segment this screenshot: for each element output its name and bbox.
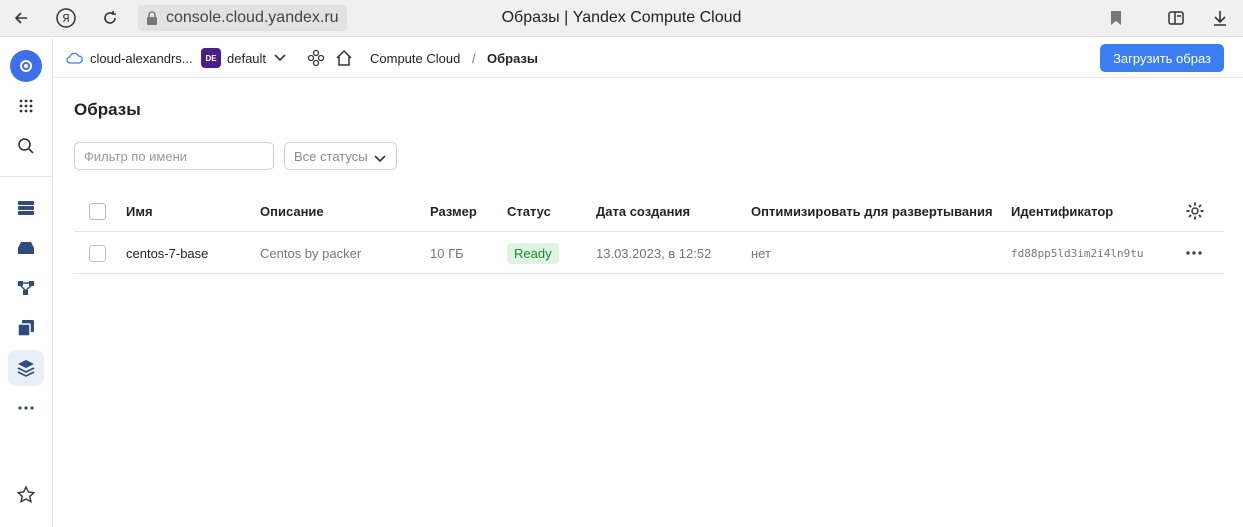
breadcrumb-current: Образы: [487, 50, 539, 66]
browser-toolbar: Я console.cloud.yandex.ru Образы | Yande…: [0, 0, 1243, 37]
breadcrumb-separator: /: [472, 50, 476, 66]
svg-text:Я: Я: [62, 12, 70, 25]
disk-icon[interactable]: [8, 230, 44, 266]
download-icon[interactable]: [1208, 6, 1232, 30]
servers-icon[interactable]: [8, 190, 44, 226]
search-icon[interactable]: [8, 128, 44, 164]
lock-icon: [146, 11, 158, 30]
home-icon[interactable]: [335, 38, 353, 78]
status-badge: Ready: [507, 242, 559, 264]
image-name[interactable]: centos-7-base: [126, 232, 208, 274]
status-filter-value: Все статусы: [294, 148, 368, 164]
upload-image-button[interactable]: Загрузить образ: [1100, 44, 1224, 72]
table-header: Имя Описание Размер Статус Дата создания…: [74, 190, 1224, 232]
network-icon[interactable]: [8, 270, 44, 306]
cloud-icon: [66, 52, 83, 64]
yandex-cloud-logo-icon[interactable]: [10, 50, 42, 82]
column-optimize[interactable]: Оптимизировать для развертывания: [751, 190, 993, 232]
image-created: 13.03.2023, в 12:52: [596, 245, 712, 261]
select-all-checkbox[interactable]: [89, 190, 106, 232]
left-rail: [0, 38, 53, 527]
folder-name: default: [227, 50, 267, 66]
row-checkbox[interactable]: [89, 232, 106, 274]
status-filter-select[interactable]: Все статусы: [284, 142, 397, 170]
breadcrumb-compute-cloud[interactable]: Compute Cloud: [370, 38, 460, 78]
status-cell: Ready: [507, 232, 559, 274]
images-layers-icon[interactable]: [8, 350, 44, 386]
image-size: 10 ГБ: [430, 245, 464, 261]
chevron-down-icon: [274, 54, 286, 62]
apps-grid-icon[interactable]: [8, 88, 44, 124]
column-status[interactable]: Статус: [507, 190, 551, 232]
gear-icon[interactable]: [1185, 190, 1205, 232]
reload-icon[interactable]: [98, 6, 122, 30]
cloud-selector[interactable]: cloud-alexandrs...: [66, 38, 193, 78]
star-favorites-icon[interactable]: [8, 477, 44, 513]
column-size[interactable]: Размер: [430, 190, 477, 232]
services-map-icon[interactable]: [307, 38, 325, 78]
column-id[interactable]: Идентификатор: [1011, 190, 1113, 232]
folder-badge: DE: [201, 48, 221, 68]
back-arrow-icon[interactable]: [9, 6, 33, 30]
chevron-down-icon: [374, 151, 386, 166]
page-title: Образы: [74, 100, 141, 119]
row-actions-more-icon[interactable]: [1185, 232, 1203, 274]
images-table: Имя Описание Размер Статус Дата создания…: [74, 190, 1224, 274]
rail-divider: [0, 176, 53, 177]
yandex-browser-icon[interactable]: Я: [54, 6, 78, 30]
cloud-name: cloud-alexandrs...: [90, 50, 193, 66]
column-name[interactable]: Имя: [126, 190, 153, 232]
column-created[interactable]: Дата создания: [596, 190, 690, 232]
name-filter-input[interactable]: Фильтр по имени: [74, 142, 274, 170]
address-url: console.cloud.yandex.ru: [166, 9, 339, 26]
console-header: cloud-alexandrs... DE default Compute Cl…: [54, 38, 1243, 78]
image-optimize: нет: [751, 245, 771, 261]
extensions-icon[interactable]: [1164, 6, 1188, 30]
image-id: fd88pp5ld3im2i4ln9tu: [1011, 246, 1144, 260]
folder-selector[interactable]: DE default: [201, 38, 286, 78]
column-description[interactable]: Описание: [260, 190, 324, 232]
snapshots-icon[interactable]: [8, 310, 44, 346]
bookmark-icon[interactable]: [1104, 6, 1128, 30]
address-bar[interactable]: console.cloud.yandex.ru: [138, 5, 347, 31]
more-horizontal-icon[interactable]: [8, 390, 44, 426]
table-row[interactable]: centos-7-base Centos by packer 10 ГБ Rea…: [74, 232, 1224, 274]
image-description: Centos by packer: [260, 245, 362, 261]
